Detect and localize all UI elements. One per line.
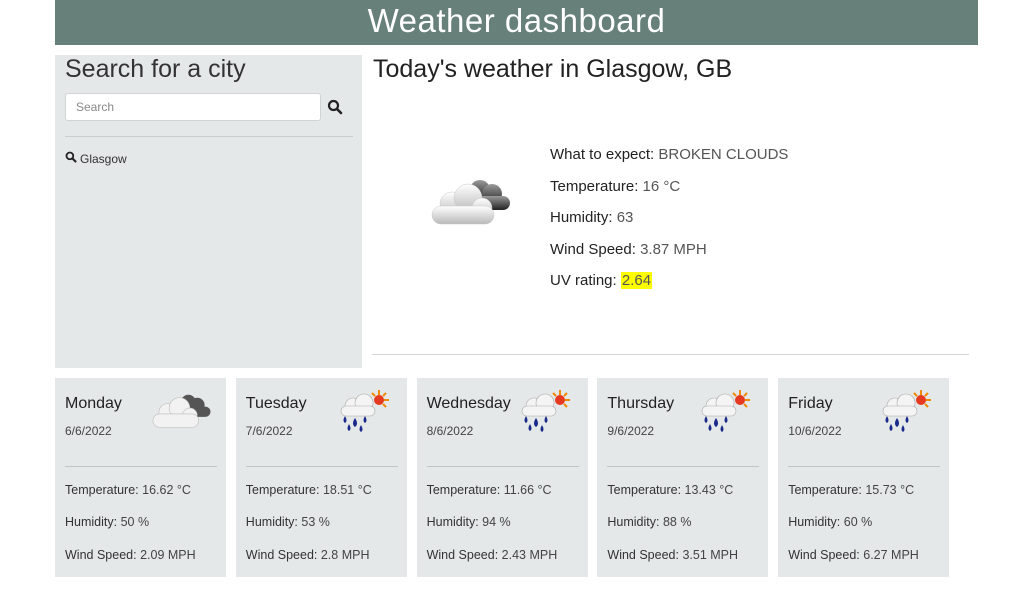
forecast-date: 6/6/2022	[65, 424, 112, 438]
humidity-row: Humidity: 63	[550, 207, 788, 239]
search-heading: Search for a city	[65, 55, 246, 83]
forecast-date: 10/6/2022	[788, 424, 842, 438]
page-header: Weather dashboard	[55, 0, 978, 45]
forecast-card-friday: Friday 10/6/2022 Temperature: 15.73 °C H…	[778, 378, 950, 577]
forecast-humidity: Humidity: 53 %	[245, 515, 330, 529]
wind-label: Wind Speed:	[550, 240, 636, 258]
card-divider	[607, 466, 760, 467]
card-divider	[65, 466, 217, 467]
forecast-day: Monday	[65, 395, 122, 412]
card-divider	[788, 466, 941, 467]
forecast-card-thursday: Thursday 9/6/2022 Temperature: 13.43 °C …	[597, 378, 769, 577]
forecast-wind: Wind Speed: 2.09 MPH	[65, 548, 196, 562]
temperature-label: Temperature:	[550, 177, 639, 195]
card-divider	[245, 466, 398, 467]
history-item-label: Glasgow	[80, 151, 127, 166]
forecast-day: Thursday	[607, 395, 675, 412]
forecast-wind: Wind Speed: 2.8 MPH	[245, 548, 370, 562]
uv-row: UV rating: 2.64	[550, 270, 788, 302]
rain-sun-icon	[692, 388, 754, 434]
search-icon[interactable]	[327, 99, 345, 117]
temperature-value: 16 °C	[642, 177, 681, 195]
page-title: Weather dashboard	[367, 2, 666, 39]
search-input[interactable]	[65, 93, 321, 121]
forecast-humidity: Humidity: 94 %	[426, 515, 511, 529]
forecast-date: 8/6/2022	[426, 424, 474, 438]
sidebar-divider	[65, 136, 353, 137]
forecast-humidity: Humidity: 60 %	[788, 515, 873, 529]
broken-clouds-icon	[428, 176, 512, 228]
forecast-temperature: Temperature: 16.62 °C	[65, 483, 191, 497]
humidity-value: 63	[616, 209, 634, 226]
rain-sun-icon	[331, 388, 393, 434]
today-title: Today's weather in Glasgow, GB	[373, 55, 733, 83]
wind-value: 3.87 MPH	[640, 240, 707, 258]
forecast-temperature: Temperature: 13.43 °C	[607, 483, 734, 497]
rain-sun-icon	[512, 388, 574, 434]
search-sidebar: Search for a city Glasgow	[55, 55, 362, 368]
forecast-temperature: Temperature: 15.73 °C	[788, 483, 915, 497]
search-icon	[65, 151, 77, 166]
today-details: What to expect: BROKEN CLOUDS Temperatur…	[550, 144, 788, 302]
broken-clouds-icon	[150, 388, 212, 434]
forecast-wind: Wind Speed: 2.43 MPH	[426, 548, 558, 562]
forecast-humidity: Humidity: 88 %	[607, 515, 692, 529]
forecast-card-tuesday: Tuesday 7/6/2022 Temperature: 18.51 °C H…	[235, 378, 407, 577]
forecast-wind: Wind Speed: 3.51 MPH	[607, 548, 739, 562]
temperature-row: Temperature: 16 °C	[550, 176, 788, 208]
forecast-day: Wednesday	[426, 395, 511, 412]
forecast-date: 7/6/2022	[245, 424, 293, 438]
forecast-humidity: Humidity: 50 %	[65, 515, 150, 529]
forecast-card-monday: Monday 6/6/2022 Temperature: 16.62 °C Hu…	[55, 378, 226, 577]
history-item-glasgow[interactable]: Glasgow	[65, 151, 127, 166]
main-divider	[372, 354, 969, 355]
uv-value: 2.64	[620, 272, 653, 289]
rain-sun-icon	[873, 388, 935, 434]
forecast-day: Friday	[788, 395, 833, 412]
wind-row: Wind Speed: 3.87 MPH	[550, 239, 788, 271]
expect-label: What to expect:	[550, 146, 655, 163]
expect-value: BROKEN CLOUDS	[658, 146, 789, 163]
humidity-label: Humidity:	[550, 209, 613, 226]
forecast-day: Tuesday	[245, 395, 307, 412]
forecast-card-wednesday: Wednesday 8/6/2022 Temperature: 11.66 °C…	[416, 378, 588, 577]
forecast-temperature: Temperature: 11.66 °C	[426, 483, 552, 497]
uv-label: UV rating:	[550, 272, 617, 289]
forecast-wind: Wind Speed: 6.27 MPH	[788, 548, 919, 562]
card-divider	[426, 466, 579, 467]
expect-row: What to expect: BROKEN CLOUDS	[550, 144, 788, 176]
forecast-temperature: Temperature: 18.51 °C	[245, 483, 372, 497]
forecast-date: 9/6/2022	[607, 424, 655, 438]
